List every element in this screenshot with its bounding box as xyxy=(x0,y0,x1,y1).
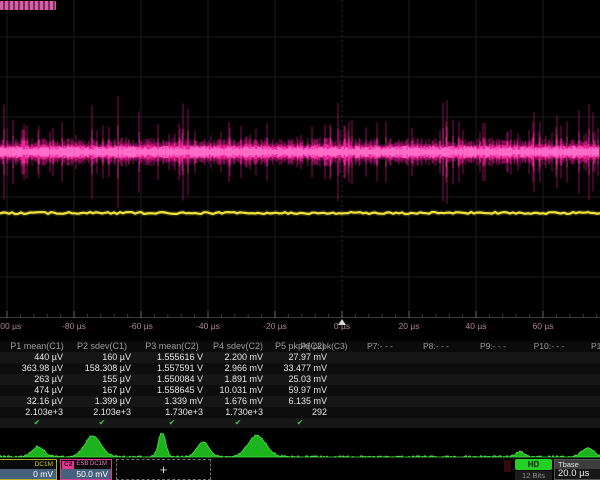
cell: 1.891 mV xyxy=(208,374,268,385)
cell: 32.16 µV xyxy=(6,396,68,407)
table-row-value: 440 µV 160 µV 1.555616 V 2.200 mV 27.97 … xyxy=(0,352,600,363)
waveform-plot-area[interactable] xyxy=(0,0,600,318)
param-header-p1[interactable]: P1 mean(C1) xyxy=(6,341,68,352)
param-header-p9[interactable]: P9:- - - xyxy=(465,341,521,352)
histogram-trace-strip[interactable] xyxy=(0,433,600,459)
cell: 1.550084 V xyxy=(136,374,208,385)
cell: 158.308 µV xyxy=(68,363,136,374)
bottom-toolbar: DC1M 0 mV C2 ESB DC1M 50.0 mV + HD 12 Bi… xyxy=(0,459,600,480)
measurement-table: P1 mean(C1) P2 sdev(C1) P3 mean(C2) P4 s… xyxy=(0,341,600,428)
c1-coupling-label: DC1M xyxy=(0,460,56,469)
param-header-p2[interactable]: P2 sdev(C1) xyxy=(68,341,136,352)
cell: 1.730e+3 xyxy=(208,407,268,418)
table-row-min: 263 µV 155 µV 1.550084 V 1.891 mV 25.03 … xyxy=(0,374,600,385)
c1-volts-per-div: 0 mV xyxy=(0,469,56,479)
cell: 263 µV xyxy=(6,374,68,385)
axis-tick-label: -80 µs xyxy=(49,321,99,331)
axis-tick-label: -40 µs xyxy=(183,321,233,331)
add-trace-button[interactable]: + xyxy=(116,459,211,480)
cell: 292 xyxy=(268,407,332,418)
cell: 167 µV xyxy=(68,385,136,396)
cell: 363.98 µV xyxy=(6,363,68,374)
cell: 25.03 mV xyxy=(268,374,332,385)
cell: 33.477 mV xyxy=(268,363,332,374)
cell: 1.557591 V xyxy=(136,363,208,374)
measurement-header-row: P1 mean(C1) P2 sdev(C1) P3 mean(C2) P4 s… xyxy=(0,341,600,352)
table-row-num: 2.103e+3 2.103e+3 1.730e+3 1.730e+3 292 xyxy=(0,407,600,418)
param-header-p6[interactable]: P6 pkpk(C3) xyxy=(296,341,352,352)
timebase-descriptor[interactable]: Tbase 20.0 µs xyxy=(554,459,600,480)
cell: 59.97 mV xyxy=(268,385,332,396)
axis-tick-label: 60 µs xyxy=(518,321,568,331)
status-check-icon: ✔ xyxy=(136,418,208,428)
cell: 160 µV xyxy=(68,352,136,363)
param-header-p4[interactable]: P4 sdev(C2) xyxy=(208,341,268,352)
table-row-sdev: 32.16 µV 1.399 µV 1.339 mV 1.676 mV 6.13… xyxy=(0,396,600,407)
param-header-p3[interactable]: P3 mean(C2) xyxy=(136,341,208,352)
cell: 1.339 mV xyxy=(136,396,208,407)
param-header-p11[interactable]: P11:- - - xyxy=(578,341,600,352)
cell: 10.031 mV xyxy=(208,385,268,396)
time-axis: -100 µs -80 µs -60 µs -40 µs -20 µs 0 µs… xyxy=(0,318,600,336)
param-header-p7[interactable]: P7:- - - xyxy=(352,341,408,352)
axis-tick-label: -100 µs xyxy=(0,321,32,331)
channel-c2-descriptor[interactable]: C2 ESB DC1M 50.0 mV xyxy=(60,459,112,480)
hd-bits-label: 12 Bits xyxy=(515,471,552,480)
oscilloscope-screen: -100 µs -80 µs -60 µs -40 µs -20 µs 0 µs… xyxy=(0,0,600,480)
trigger-position-marker[interactable] xyxy=(338,319,346,325)
c2-channel-badge: C2 xyxy=(62,461,74,469)
hd-mode-badge[interactable]: HD xyxy=(515,459,552,470)
cell: 155 µV xyxy=(68,374,136,385)
top-left-annotation-label xyxy=(0,1,56,10)
cell: 27.97 mV xyxy=(268,352,332,363)
c2-coupling-label: ESB DC1M xyxy=(76,460,107,469)
table-row-status: ✔ ✔ ✔ ✔ ✔ xyxy=(0,418,600,428)
axis-tick-label: -20 µs xyxy=(250,321,300,331)
cell: 2.200 mV xyxy=(208,352,268,363)
status-check-icon: ✔ xyxy=(208,418,268,428)
cell: 1.555616 V xyxy=(136,352,208,363)
param-header-p10[interactable]: P10:- - - xyxy=(521,341,577,352)
cell: 440 µV xyxy=(6,352,68,363)
channel-c1-descriptor[interactable]: DC1M 0 mV xyxy=(0,459,57,480)
axis-tick-label: 20 µs xyxy=(384,321,434,331)
status-check-icon: ✔ xyxy=(6,418,68,428)
param-header-p8[interactable]: P8:- - - xyxy=(408,341,464,352)
cell: 2.103e+3 xyxy=(68,407,136,418)
status-check-icon: ✔ xyxy=(68,418,136,428)
cell: 1.730e+3 xyxy=(136,407,208,418)
timebase-value: 20.0 µs xyxy=(555,469,600,479)
cell: 6.135 mV xyxy=(268,396,332,407)
axis-tick-label: 40 µs xyxy=(451,321,501,331)
cell: 2.966 mV xyxy=(208,363,268,374)
axis-tick-label: -60 µs xyxy=(116,321,166,331)
cell: 474 µV xyxy=(6,385,68,396)
clipped-badge xyxy=(504,460,511,472)
cell: 1.399 µV xyxy=(68,396,136,407)
cell: 1.558645 V xyxy=(136,385,208,396)
c2-volts-per-div: 50.0 mV xyxy=(61,469,111,479)
cell: 1.676 mV xyxy=(208,396,268,407)
status-check-icon: ✔ xyxy=(268,418,332,428)
cell: 2.103e+3 xyxy=(6,407,68,418)
table-row-max: 474 µV 167 µV 1.558645 V 10.031 mV 59.97… xyxy=(0,385,600,396)
table-row-mean: 363.98 µV 158.308 µV 1.557591 V 2.966 mV… xyxy=(0,363,600,374)
